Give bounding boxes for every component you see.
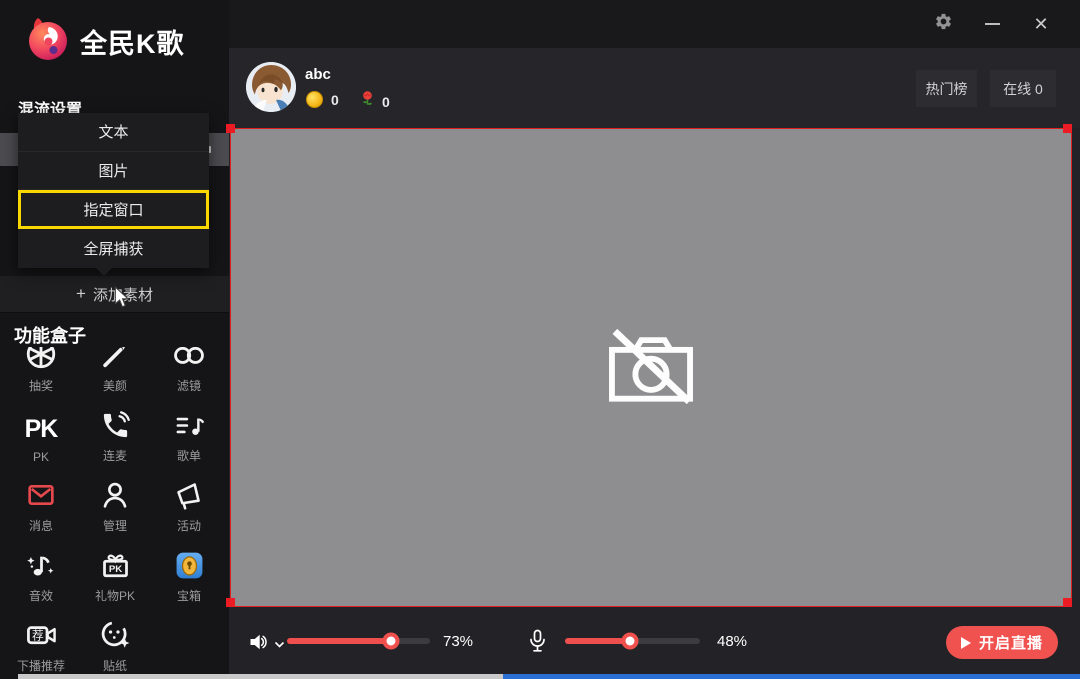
resize-handle-bottom-right[interactable] <box>1063 598 1072 607</box>
minimize-icon <box>985 23 1000 25</box>
flower-count: 0 <box>382 94 390 110</box>
window-controls: ✕ <box>928 9 1056 39</box>
toolbox-item-sticker[interactable]: 贴纸 <box>78 612 152 679</box>
settings-button[interactable] <box>928 9 958 39</box>
gear-icon <box>934 12 953 36</box>
start-live-label: 开启直播 <box>979 632 1043 653</box>
speaker-volume-fill <box>287 638 391 644</box>
mouse-cursor-icon <box>114 286 131 313</box>
coin-count: 0 <box>331 92 339 108</box>
stream-preview[interactable] <box>230 128 1072 607</box>
mic-icon <box>529 641 546 658</box>
speaker-control[interactable] <box>248 631 285 658</box>
menu-item-text[interactable]: 文本 <box>18 113 209 152</box>
svg-text:荐: 荐 <box>31 628 43 642</box>
hot-list-button[interactable]: 热门榜 <box>916 70 977 107</box>
chevron-down-icon <box>274 636 285 654</box>
resize-handle-top-right[interactable] <box>1063 124 1072 133</box>
online-count-button[interactable]: 在线 0 <box>990 70 1056 107</box>
toolbox-item-admin[interactable]: 管理 <box>78 472 152 542</box>
toolbox-item-messages[interactable]: 消息 <box>4 472 78 542</box>
sticker-smiley-icon <box>99 617 132 651</box>
mic-control[interactable] <box>529 629 546 659</box>
app-logo-icon <box>26 16 70 67</box>
toolbox-item-songlist[interactable]: 歌单 <box>152 402 226 472</box>
toolbox-item-gift-pk[interactable]: PK 礼物PK <box>78 542 152 612</box>
mic-volume-slider[interactable] <box>565 638 700 644</box>
resize-handle-bottom-left[interactable] <box>226 598 235 607</box>
flower-icon <box>361 90 374 113</box>
svg-text:PK: PK <box>108 564 121 575</box>
menu-item-window-capture[interactable]: 指定窗口 <box>18 190 209 229</box>
close-icon: ✕ <box>1033 15 1048 33</box>
phone-icon <box>100 407 131 441</box>
resize-handle-top-left[interactable] <box>226 124 235 133</box>
megaphone-icon <box>174 477 205 511</box>
toolbox-item-stream-recommend[interactable]: 荐 下播推荐 <box>4 612 78 679</box>
red-envelope-icon <box>25 477 57 511</box>
toolbox-item-treasure[interactable]: 宝箱 <box>152 542 226 612</box>
filter-lenses-icon <box>172 347 206 371</box>
mic-volume-fill <box>565 638 630 644</box>
toolbox-item-pk[interactable]: PK PK <box>4 402 78 472</box>
app-title: 全民K歌 <box>80 22 185 61</box>
camera-off-icon <box>602 324 700 411</box>
speaker-volume-slider[interactable] <box>287 638 430 644</box>
minimize-button[interactable] <box>977 9 1007 39</box>
beauty-wand-icon <box>98 347 132 371</box>
coin-counter: 0 <box>306 91 339 108</box>
prize-wheel-icon <box>24 347 58 371</box>
speaker-icon <box>248 631 270 658</box>
toolbox-item-beauty[interactable]: 美颜 <box>78 332 152 402</box>
toolbox-item-activity[interactable]: 活动 <box>152 472 226 542</box>
toolbox-grid: 抽奖 美颜 滤镜 PK PK <box>4 332 226 679</box>
toolbox-item-sound-effects[interactable]: 音效 <box>4 542 78 612</box>
start-live-button[interactable]: 开启直播 <box>946 626 1058 659</box>
toolbox-empty-cell <box>152 612 226 679</box>
video-camera-recommend-icon: 荐 <box>25 617 58 651</box>
taskbar-strip-blue <box>503 674 1080 679</box>
menu-item-fullscreen-capture[interactable]: 全屏捕获 <box>18 229 209 268</box>
avatar[interactable] <box>246 62 296 112</box>
speaker-volume-knob[interactable] <box>383 633 400 650</box>
mic-volume-knob[interactable] <box>621 633 638 650</box>
gift-box-pk-icon: PK <box>99 547 132 581</box>
play-icon <box>961 637 971 649</box>
toolbox-item-filter[interactable]: 滤镜 <box>152 332 226 402</box>
menu-item-image[interactable]: 图片 <box>18 152 209 191</box>
speaker-volume-value: 73% <box>443 633 473 650</box>
pk-text-icon: PK <box>25 410 58 444</box>
song-list-icon <box>174 407 205 441</box>
coin-icon <box>306 91 323 108</box>
plus-icon: + <box>76 284 86 304</box>
treasure-chest-icon <box>174 547 205 581</box>
toolbox-title: 功能盒子 <box>14 322 86 348</box>
person-icon <box>99 477 131 511</box>
mic-volume-value: 48% <box>717 633 747 650</box>
add-source-menu: 文本 图片 指定窗口 全屏捕获 <box>18 113 209 268</box>
music-note-sparkles-icon <box>25 547 58 581</box>
close-button[interactable]: ✕ <box>1026 9 1056 39</box>
username: abc <box>305 66 331 83</box>
wesing-live-window: ✕ 全民K歌 混流设置 文本 图片 <box>0 0 1080 679</box>
toolbox-item-mic-link[interactable]: 连麦 <box>78 402 152 472</box>
app-brand: 全民K歌 <box>26 16 185 67</box>
menu-caret <box>96 268 112 276</box>
flower-counter: 0 <box>361 90 390 113</box>
